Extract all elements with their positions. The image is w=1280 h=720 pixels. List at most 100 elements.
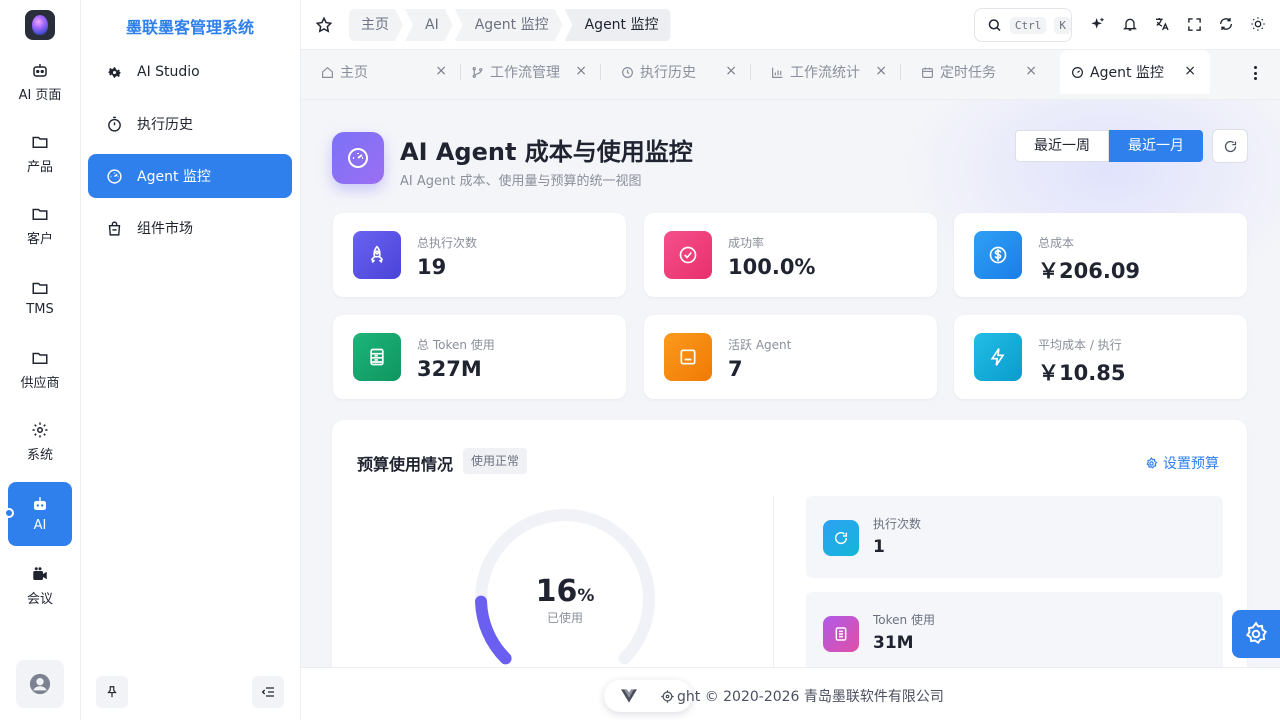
rail-item-ai-page[interactable]: AI 页面 xyxy=(8,50,72,114)
translate-icon[interactable] xyxy=(1153,15,1171,33)
menu-item-label: Agent 监控 xyxy=(137,169,211,185)
tab-agent-monitor[interactable]: Agent 监控 × xyxy=(1060,50,1210,94)
dashboard-icon xyxy=(1072,66,1083,78)
home-icon xyxy=(322,66,333,78)
robot-icon xyxy=(33,64,47,77)
video-camera-icon xyxy=(33,567,47,580)
stat-card-success-rate: 成功率 100.0% xyxy=(644,213,937,297)
budget-card: 预算使用情况 使用正常 设置预算 16% 已使用 执行次数 1 Token 使用… xyxy=(332,420,1247,667)
rail-item-supplier[interactable]: 供应商 xyxy=(8,338,72,402)
breadcrumb-item[interactable]: 主页 xyxy=(349,9,403,41)
range-last-week-button[interactable]: 最近一周 xyxy=(1015,130,1109,162)
dollar-icon xyxy=(974,231,1022,279)
date-range-toggle: 最近一周 最近一月 xyxy=(1015,130,1203,162)
menu-item-history[interactable]: 执行历史 xyxy=(88,102,292,146)
close-icon[interactable]: × xyxy=(1025,63,1037,79)
breadcrumb-item[interactable]: AI xyxy=(405,9,453,41)
app-rail: AI 页面 产品 客户 TMS 供应商 系统 AI 会议 xyxy=(0,0,81,720)
search-button[interactable]: Ctrl K xyxy=(974,8,1072,42)
gear-icon xyxy=(32,422,48,438)
budget-item-executions: 执行次数 1 xyxy=(806,496,1223,578)
database-icon xyxy=(353,333,401,381)
menu-item-label: AI Studio xyxy=(137,64,200,80)
stat-value: 7 xyxy=(728,357,743,381)
breadcrumb: 主页 AI Agent 监控 Agent 监控 xyxy=(349,9,673,41)
tab-workflow-management[interactable]: 工作流管理 × xyxy=(451,50,601,94)
breadcrumb-item[interactable]: Agent 监控 xyxy=(564,9,671,41)
tab-label: 执行历史 xyxy=(640,65,696,81)
budget-gauge: 16% 已使用 xyxy=(472,506,658,667)
gauge-number: 16 xyxy=(535,574,578,609)
rail-item-tms[interactable]: TMS xyxy=(8,266,72,330)
sparkle-icon[interactable] xyxy=(1089,15,1107,33)
rail-item-ai[interactable]: AI xyxy=(8,482,72,546)
divider xyxy=(773,496,774,667)
sun-icon[interactable] xyxy=(1249,15,1267,33)
more-options-icon[interactable] xyxy=(1248,66,1262,80)
gear-icon xyxy=(1146,456,1158,469)
refresh-icon xyxy=(823,520,859,556)
app-logo[interactable] xyxy=(25,10,55,40)
tab-execution-history[interactable]: 执行历史 × xyxy=(601,50,751,94)
refresh-icon[interactable] xyxy=(1217,15,1235,33)
menu-item-ai-studio[interactable]: AI Studio xyxy=(88,50,292,94)
robot-icon xyxy=(34,497,46,510)
close-icon[interactable]: × xyxy=(725,63,737,79)
pin-button[interactable] xyxy=(96,676,128,708)
gauge-label: 已使用 xyxy=(546,611,583,625)
stat-card-total-tokens: 总 Token 使用 327M xyxy=(333,315,626,399)
page-subtitle: AI Agent 成本、使用量与预算的统一视图 xyxy=(400,174,642,189)
tab-workflow-stats[interactable]: 工作流统计 × xyxy=(751,50,901,94)
main-content: AI Agent 成本与使用监控 AI Agent 成本、使用量与预算的统一视图… xyxy=(301,100,1280,667)
rail-item-system[interactable]: 系统 xyxy=(8,410,72,474)
active-indicator-dot xyxy=(4,508,14,518)
menu-item-agent-monitor[interactable]: Agent 监控 xyxy=(88,154,292,198)
close-icon[interactable]: × xyxy=(435,63,447,79)
rail-item-label: 客户 xyxy=(26,232,53,247)
rail-item-label: 供应商 xyxy=(20,376,60,391)
close-icon[interactable]: × xyxy=(875,63,887,79)
rail-item-product[interactable]: 产品 xyxy=(8,122,72,186)
stat-label: 总成本 xyxy=(1038,236,1075,250)
robot-face-icon xyxy=(664,333,712,381)
rail-item-label: 产品 xyxy=(26,160,53,175)
tab-scheduled-tasks[interactable]: 定时任务 × xyxy=(901,50,1051,94)
footer: ght © 2020-2026 青岛墨联软件有限公司 xyxy=(301,667,1280,720)
stat-value: ￥10.85 xyxy=(1038,361,1126,385)
collapse-menu-button[interactable] xyxy=(252,676,284,708)
rail-item-meeting[interactable]: 会议 xyxy=(8,554,72,618)
fullscreen-icon[interactable] xyxy=(1185,15,1203,33)
stat-label: 总 Token 使用 xyxy=(417,338,495,352)
budget-item-label: Token 使用 xyxy=(873,613,935,627)
settings-floating-button[interactable] xyxy=(1232,610,1280,658)
gem-icon xyxy=(32,15,48,35)
search-icon xyxy=(988,19,1001,32)
folder-icon xyxy=(32,282,48,294)
bell-icon[interactable] xyxy=(1121,15,1139,33)
gauge-value: 16% xyxy=(472,574,658,609)
kbd-k: K xyxy=(1054,16,1071,34)
vue-logo-icon xyxy=(621,689,638,703)
range-last-month-button[interactable]: 最近一月 xyxy=(1109,130,1203,162)
menu-item-component-market[interactable]: 组件市场 xyxy=(88,206,292,250)
tab-label: 主页 xyxy=(340,65,368,81)
avatar[interactable] xyxy=(16,660,64,708)
pin-icon xyxy=(107,686,117,698)
tab-home[interactable]: 主页 × xyxy=(301,50,461,94)
page-title: AI Agent 成本与使用监控 xyxy=(400,138,693,166)
refresh-button[interactable] xyxy=(1212,129,1248,163)
gauge-unit: % xyxy=(577,586,595,606)
close-icon[interactable]: × xyxy=(1184,63,1196,79)
tab-label: 工作流管理 xyxy=(490,65,560,81)
set-budget-link[interactable]: 设置预算 xyxy=(1145,453,1219,473)
rail-item-customer[interactable]: 客户 xyxy=(8,194,72,258)
star-icon[interactable] xyxy=(315,16,333,34)
stat-label: 成功率 xyxy=(728,236,765,250)
close-icon[interactable]: × xyxy=(575,63,587,79)
status-badge: 使用正常 xyxy=(463,448,528,474)
breadcrumb-item[interactable]: Agent 监控 xyxy=(455,9,563,41)
rail-item-label: 会议 xyxy=(26,592,53,607)
rail-item-label: AI xyxy=(33,518,47,533)
stat-card-total-cost: 总成本 ￥206.09 xyxy=(954,213,1247,297)
lightning-icon xyxy=(974,333,1022,381)
